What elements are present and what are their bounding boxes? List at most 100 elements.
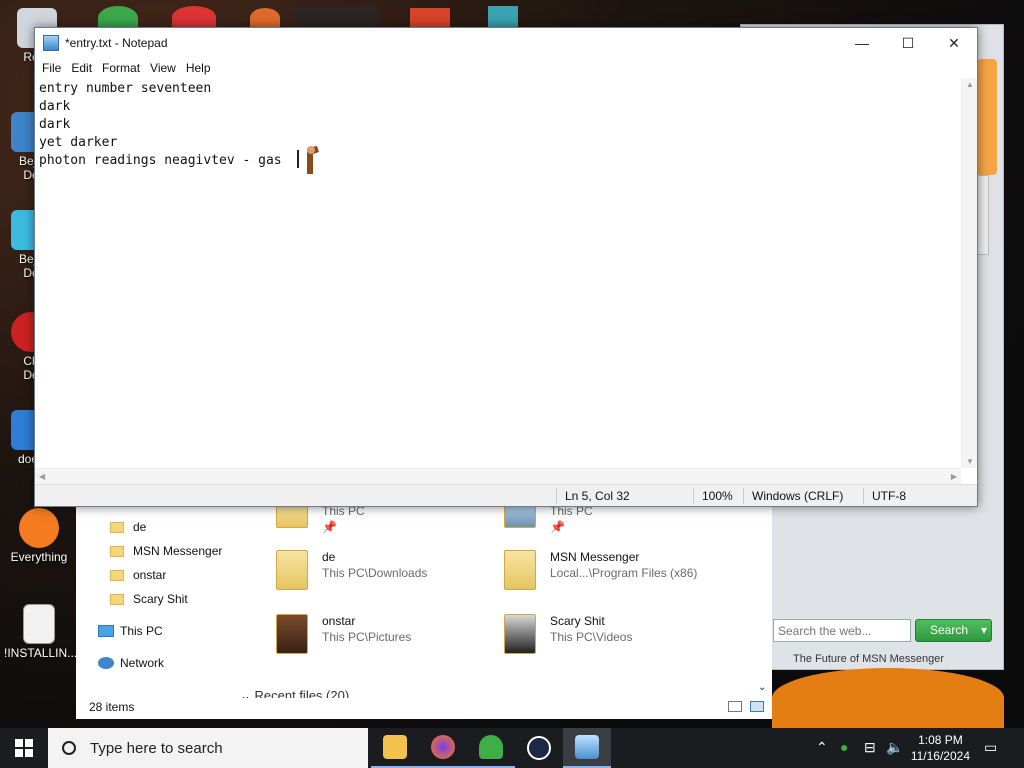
menu-edit[interactable]: Edit (66, 61, 97, 75)
tile-name: onstar (322, 614, 356, 628)
minimize-button[interactable]: — (839, 28, 885, 58)
notepad-icon (575, 735, 599, 759)
line-ending: Windows (CRLF) (743, 487, 863, 504)
quick-access-tile[interactable]: de This PC\Downloads (276, 550, 427, 590)
desktop-top-icon[interactable] (172, 6, 216, 28)
folder-icon (110, 593, 124, 605)
msn-buddy-icon (479, 735, 503, 759)
details-view-icon[interactable] (728, 701, 742, 712)
tile-path: This PC\Videos (550, 630, 633, 644)
nav-item-folder[interactable]: Scary Shit (110, 592, 188, 606)
nav-item-folder[interactable]: de (110, 520, 146, 534)
computer-icon (98, 625, 114, 637)
search-magnifier-icon (19, 508, 59, 548)
quick-access-tile[interactable]: onstar This PC\Pictures (276, 614, 411, 654)
folder-icon (110, 521, 124, 533)
desktop-icon-everything[interactable]: Everything (4, 508, 74, 564)
windows-logo-icon (15, 739, 33, 757)
msn-tray-icon[interactable]: ● (840, 739, 848, 755)
msn-search-button[interactable]: Search ▾ (915, 619, 992, 642)
tile-name: Scary Shit (550, 614, 605, 628)
desktop-icon-label: Everything (10, 550, 68, 564)
tiles-view-icon[interactable] (750, 701, 764, 712)
msn-orange-banner (977, 59, 997, 175)
scroll-right-arrow-icon[interactable]: ▶ (951, 472, 957, 481)
menu-format[interactable]: Format (97, 61, 145, 75)
explorer-scroll-down-arrow[interactable]: ⌄ (758, 682, 766, 693)
folder-icon (110, 569, 124, 581)
maximize-button[interactable]: ☐ (885, 28, 931, 58)
taskbar-search-placeholder: Type here to search (90, 739, 223, 757)
text-editor-area[interactable]: entry number seventeen dark dark yet dar… (35, 78, 961, 468)
tile-path: This PC\Downloads (322, 566, 428, 580)
nav-item-label: onstar (133, 568, 167, 582)
folder-thumbnail-icon (276, 550, 308, 590)
taskbar-steam[interactable] (515, 728, 563, 768)
pumpkin-decoration (772, 668, 1004, 728)
tile-path: Local...\Program Files (x86) (550, 566, 698, 580)
nav-item-label: Network (120, 656, 165, 670)
notepad-status-bar: Ln 5, Col 32 100% Windows (CRLF) UTF-8 (35, 484, 977, 506)
folder-icon (110, 545, 124, 557)
quick-access-tile[interactable]: MSN Messenger Local...\Program Files (x86… (504, 550, 697, 590)
menu-help[interactable]: Help (181, 61, 216, 75)
desktop-top-icon[interactable] (250, 8, 280, 28)
taskbar-notepad[interactable] (563, 728, 611, 768)
notepad-title-bar[interactable]: *entry.txt - Notepad — ☐ ✕ (35, 28, 977, 58)
file-explorer-window: de MSN Messenger onstar Scary Shit This … (76, 502, 772, 719)
close-button[interactable]: ✕ (931, 28, 977, 58)
figure-cursor-icon (297, 144, 321, 176)
menu-bar: File Edit Format View Help (35, 58, 977, 78)
nav-item-network[interactable]: Network (98, 656, 164, 670)
menu-view[interactable]: View (145, 61, 181, 75)
dropdown-icon[interactable]: ▾ (981, 620, 987, 641)
nav-item-label: This PC (120, 624, 163, 638)
taskbar-msn[interactable] (467, 728, 515, 768)
quick-access-tile[interactable]: Scary Shit This PC\Videos (504, 614, 632, 654)
msn-footer[interactable]: The Future of MSN Messenger (793, 653, 944, 665)
desktop-top-icon[interactable] (488, 6, 518, 28)
network-icon[interactable]: ⊟ (864, 739, 876, 756)
msn-search-input[interactable] (773, 619, 911, 642)
msn-scrollbar[interactable] (977, 175, 989, 255)
zoom-level: 100% (693, 487, 743, 504)
scroll-left-arrow-icon[interactable]: ◀ (39, 472, 45, 481)
start-button[interactable] (0, 728, 48, 768)
nav-item-folder[interactable]: MSN Messenger (110, 544, 222, 558)
tile-name: MSN Messenger (550, 550, 640, 564)
network-icon (98, 657, 114, 669)
scroll-up-arrow-icon[interactable]: ▲ (966, 80, 974, 89)
taskbar-firefox[interactable] (419, 728, 467, 768)
nav-item-label: Scary Shit (133, 592, 188, 606)
folder-thumbnail-icon (504, 550, 536, 590)
vertical-scrollbar[interactable]: ▲ ▼ (961, 78, 977, 468)
horizontal-scrollbar[interactable]: ◀ ▶ (35, 468, 961, 484)
notepad-window: *entry.txt - Notepad — ☐ ✕ File Edit For… (34, 27, 978, 507)
taskbar: Type here to search ⌃ ● ⊟ 🔈 1:08 PM 11/1… (0, 728, 1024, 768)
volume-icon[interactable]: 🔈 (886, 739, 903, 756)
show-hidden-icons-chevron-icon[interactable]: ⌃ (816, 739, 828, 756)
nav-item-this-pc[interactable]: This PC (98, 624, 163, 638)
desktop-icon-installing[interactable]: !INSTALLIN... (4, 604, 77, 660)
tile-name: de (322, 550, 336, 564)
text-file-icon (23, 604, 55, 644)
notifications-icon[interactable]: ▭ (984, 739, 997, 756)
steam-icon (527, 736, 551, 760)
firefox-icon (431, 735, 455, 759)
item-count: 28 items (89, 700, 135, 714)
folder-icon (383, 735, 407, 759)
desktop-top-icon[interactable] (296, 6, 378, 28)
explorer-nav-pane: de MSN Messenger onstar Scary Shit This … (76, 506, 266, 696)
taskbar-file-explorer[interactable] (371, 728, 419, 768)
menu-file[interactable]: File (37, 61, 66, 75)
explorer-status-bar: 28 items (76, 695, 772, 719)
desktop-top-icon[interactable] (410, 8, 450, 28)
nav-item-folder[interactable]: onstar (110, 568, 166, 582)
scroll-down-arrow-icon[interactable]: ▼ (966, 457, 974, 466)
clock-time: 1:08 PM (918, 733, 963, 747)
taskbar-clock[interactable]: 1:08 PM 11/16/2024 (911, 732, 970, 764)
folder-thumbnail-icon (504, 614, 536, 654)
cursor-position: Ln 5, Col 32 (556, 487, 693, 504)
folder-thumbnail-icon (276, 614, 308, 654)
taskbar-search-box[interactable]: Type here to search (48, 728, 368, 768)
